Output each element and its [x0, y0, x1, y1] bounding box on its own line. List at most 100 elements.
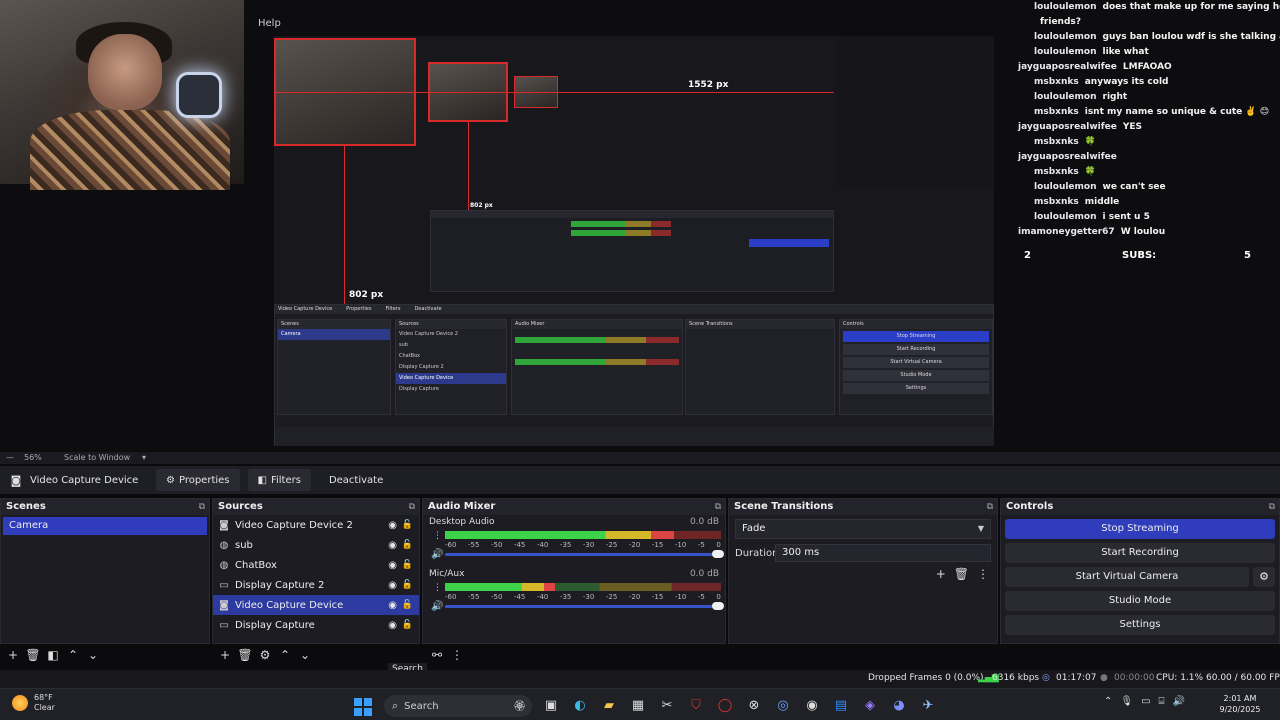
trash-icon[interactable]: 🗑 [24, 648, 42, 662]
chevron-up-icon[interactable]: ⌃ [276, 648, 294, 662]
transition-select[interactable]: Fade ▼ [735, 519, 991, 539]
store-icon[interactable]: ▦ [627, 696, 649, 716]
kebab-menu-icon[interactable]: ⋮ [448, 648, 466, 662]
opera-icon[interactable]: ◯ [714, 696, 736, 716]
speaker-icon[interactable]: 🔊 [431, 601, 443, 612]
lock-icon[interactable]: 🔓 [402, 620, 413, 630]
trash-icon[interactable]: 🗑 [954, 567, 969, 581]
eye-icon[interactable]: ◉ [388, 580, 397, 591]
zoom-level[interactable]: 56% [24, 453, 42, 462]
eye-icon[interactable]: ◉ [388, 520, 397, 531]
nested-tab-filters: Filters [385, 306, 401, 312]
windows-start-icon[interactable] [354, 697, 372, 716]
program-preview[interactable]: Help 1552 px 802 px 802 px Video Capture… [0, 0, 1280, 452]
gear-icon[interactable]: ⚙ [1253, 567, 1275, 587]
microphone-icon[interactable]: 🎙 [1120, 696, 1133, 707]
add-icon[interactable]: + [936, 567, 946, 581]
lock-icon[interactable]: 🔓 [402, 580, 413, 590]
xbox-icon[interactable]: ⊗ [743, 696, 765, 716]
task-view-icon[interactable]: ▣ [540, 696, 562, 716]
volume-icon[interactable]: 🔊 [1173, 696, 1185, 707]
source-item-selected[interactable]: ◙ Video Capture Device ◉ 🔓 [213, 595, 419, 615]
settings-button[interactable]: Settings [1005, 615, 1275, 635]
eye-icon[interactable]: ◉ [388, 560, 397, 571]
display-icon[interactable]: ▭ [1141, 696, 1150, 707]
nested-mini-stop [749, 239, 829, 247]
source-item[interactable]: ◍ sub ◉ 🔓 [213, 535, 419, 555]
file-explorer-icon[interactable]: ▰ [598, 696, 620, 716]
slider-handle[interactable] [712, 602, 724, 610]
dash-icon: — [6, 453, 14, 462]
eye-icon[interactable]: ◉ [388, 540, 397, 551]
meter-level [445, 583, 556, 591]
edge-icon[interactable]: ◐ [569, 696, 591, 716]
volume-slider[interactable] [445, 602, 724, 610]
undock-icon[interactable]: ⧉ [409, 499, 415, 515]
filter-icon[interactable]: ◧ [44, 648, 62, 662]
chrome-icon[interactable]: ◎ [772, 696, 794, 716]
lock-icon[interactable]: 🔓 [402, 560, 413, 570]
start-virtual-camera-button[interactable]: Start Virtual Camera [1005, 567, 1249, 587]
add-icon[interactable]: + [4, 648, 22, 662]
kebab-menu-icon[interactable]: ⋮ [433, 531, 442, 541]
chevron-down-icon[interactable]: ▾ [142, 453, 146, 462]
meter-tick-label: -20 [628, 541, 641, 549]
slider-handle[interactable] [712, 550, 724, 558]
app-icon[interactable]: ◈ [859, 696, 881, 716]
chevron-up-icon[interactable]: ⌃ [1104, 696, 1112, 707]
speaker-icon[interactable]: 🔊 [431, 549, 443, 560]
trash-icon[interactable]: 🗑 [236, 648, 254, 662]
weather-widget[interactable]: 68°F Clear [12, 693, 55, 713]
undock-icon[interactable]: ⧉ [987, 499, 993, 515]
link-icon[interactable]: ⚯ [428, 648, 446, 662]
source-item[interactable]: ▭ Display Capture 2 ◉ 🔓 [213, 575, 419, 595]
channel-db: 0.0 dB [689, 569, 719, 579]
system-clock[interactable]: 2:01 AM 9/20/2025 [1212, 693, 1268, 715]
scale-mode[interactable]: Scale to Window [64, 453, 130, 462]
lock-icon[interactable]: 🔓 [402, 540, 413, 550]
meter-tick-label: -50 [490, 593, 503, 601]
lock-icon[interactable]: 🔓 [402, 520, 413, 530]
taskbar-search[interactable]: ⌕ Search 🏵 [384, 695, 532, 717]
filters-button[interactable]: ◧ Filters [247, 469, 311, 491]
obs-icon[interactable]: ◉ [801, 696, 823, 716]
scene-item-camera[interactable]: Camera [3, 517, 207, 535]
steam-icon[interactable]: ✈ [917, 696, 939, 716]
undock-icon[interactable]: ⧉ [1269, 499, 1275, 515]
eye-icon[interactable]: ◉ [388, 620, 397, 631]
lock-icon[interactable]: 🔓 [402, 600, 413, 610]
eye-icon[interactable]: ◉ [388, 600, 397, 611]
source-item[interactable]: ◍ ChatBox ◉ 🔓 [213, 555, 419, 575]
gear-icon[interactable]: ⚙ [256, 648, 274, 662]
chat-text: we can't see [1102, 182, 1166, 192]
undock-icon[interactable]: ⧉ [715, 499, 721, 515]
chat-message: louloulemon right [1034, 92, 1127, 102]
studio-mode-button[interactable]: Studio Mode [1005, 591, 1275, 611]
source-item[interactable]: ◙ Video Capture Device 2 ◉ 🔓 [213, 515, 419, 535]
chat-text: YES [1122, 122, 1143, 132]
source-item[interactable]: ▭ Display Capture ◉ 🔓 [213, 615, 419, 635]
stop-streaming-button[interactable]: Stop Streaming [1005, 519, 1275, 539]
chat-username: imamoneygetter67 [1018, 227, 1115, 237]
duration-value: 300 ms [782, 547, 820, 558]
capcut-icon[interactable]: ✂ [656, 696, 678, 716]
chat-username: jayguaposrealwifee [1018, 62, 1117, 72]
kebab-menu-icon[interactable]: ⋮ [433, 583, 442, 593]
duration-input[interactable]: 300 ms [775, 544, 991, 562]
outlook-icon[interactable]: ▤ [830, 696, 852, 716]
discord-icon[interactable]: ◕ [888, 696, 910, 716]
chat-username: jayguaposrealwifee [1018, 122, 1117, 132]
properties-button[interactable]: ⚙ Properties [156, 469, 240, 491]
chevron-up-icon[interactable]: ⌃ [64, 648, 82, 662]
add-icon[interactable]: + [216, 648, 234, 662]
undock-icon[interactable]: ⧉ [199, 499, 205, 515]
chevron-down-icon[interactable]: ⌄ [296, 648, 314, 662]
volume-slider[interactable] [445, 550, 724, 558]
network-icon[interactable]: ⌸ [1159, 696, 1165, 707]
shield-app-icon[interactable]: ⛉ [685, 696, 707, 716]
kebab-menu-icon[interactable]: ⋮ [977, 567, 989, 581]
chat-username: msbxnks [1034, 167, 1079, 177]
chevron-down-icon[interactable]: ⌄ [84, 648, 102, 662]
deactivate-button[interactable]: Deactivate [319, 469, 393, 491]
start-recording-button[interactable]: Start Recording [1005, 543, 1275, 563]
